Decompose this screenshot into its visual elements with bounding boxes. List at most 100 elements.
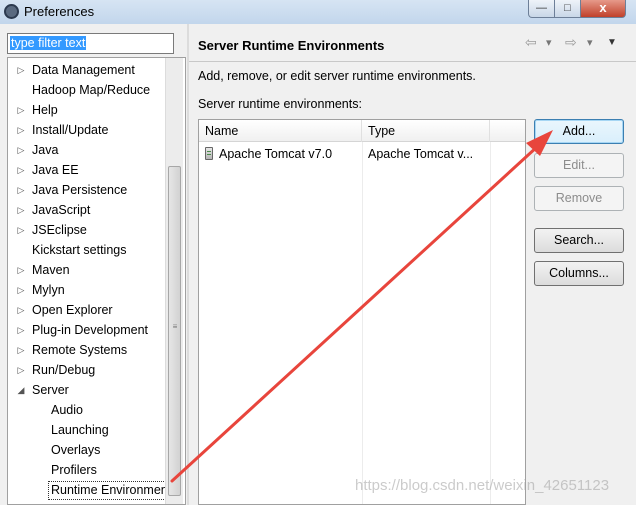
- back-arrow-icon[interactable]: ⇦: [525, 34, 537, 51]
- view-menu-icon[interactable]: ▼: [607, 37, 617, 48]
- column-header-filler: [490, 120, 525, 142]
- runtime-name-cell: Apache Tomcat v7.0: [205, 144, 332, 164]
- tree-item-label: Data Management: [32, 63, 135, 77]
- column-header-type[interactable]: Type: [362, 120, 490, 142]
- title-bar: Preferences — □ x: [0, 0, 636, 24]
- collapse-arrow-icon[interactable]: ◢: [16, 380, 26, 400]
- watermark: https://blog.csdn.net/weixin_42651123: [355, 477, 610, 494]
- tree-item-label: Run/Debug: [32, 363, 96, 377]
- expand-arrow-icon[interactable]: ▷: [16, 200, 26, 220]
- tree-item[interactable]: Kickstart settings: [8, 240, 168, 260]
- tree-item-label: Install/Update: [32, 123, 109, 137]
- tree-item-label: JSEclipse: [32, 223, 87, 237]
- tree-item-label: Launching: [51, 423, 109, 437]
- tree-item[interactable]: ▷ Java Persistence: [8, 180, 168, 200]
- tree-item[interactable]: ▷ Help: [8, 100, 168, 120]
- expand-arrow-icon[interactable]: ▷: [16, 360, 26, 380]
- grip-icon: ≡: [172, 322, 178, 331]
- column-divider: [362, 142, 363, 504]
- expand-arrow-icon[interactable]: ▷: [16, 60, 26, 80]
- tree-item-label: Maven: [32, 263, 70, 277]
- edit-button[interactable]: Edit...: [534, 153, 624, 178]
- page-title: Server Runtime Environments: [198, 38, 385, 53]
- window-title: Preferences: [24, 4, 95, 19]
- scrollbar-thumb[interactable]: ≡: [168, 166, 181, 496]
- tree-item-label: Java: [32, 143, 59, 157]
- tree-item-label: Audio: [51, 403, 83, 417]
- expand-arrow-icon[interactable]: ▷: [16, 340, 26, 360]
- expand-arrow-icon[interactable]: ▷: [16, 160, 26, 180]
- runtime-type-cell: Apache Tomcat v...: [368, 147, 474, 161]
- runtime-name: Apache Tomcat v7.0: [219, 147, 333, 161]
- tree-item[interactable]: ▷ Open Explorer: [8, 300, 168, 320]
- eclipse-icon: [4, 4, 19, 19]
- page-description: Add, remove, or edit server runtime envi…: [198, 69, 476, 83]
- columns-button[interactable]: Columns...: [534, 261, 624, 286]
- tree-item-label: Help: [32, 103, 58, 117]
- tree-item-label: Hadoop Map/Reduce: [32, 83, 151, 97]
- tree-item-label: Kickstart settings: [32, 243, 127, 257]
- tree-item[interactable]: ▷ Run/Debug: [8, 360, 168, 380]
- preference-page: Server Runtime Environments ⇦ ▾ ⇨ ▾ ▼ Ad…: [189, 24, 636, 505]
- runtime-table[interactable]: Name Type Apache Tomcat v7.0 Apache Tomc…: [198, 119, 526, 505]
- expand-arrow-icon[interactable]: ▷: [16, 120, 26, 140]
- page-header: Server Runtime Environments ⇦ ▾ ⇨ ▾ ▼: [189, 24, 636, 62]
- tree-item-label: Java Persistence: [32, 183, 128, 197]
- tree-item-label: Overlays: [51, 443, 101, 457]
- expand-arrow-icon[interactable]: ▷: [16, 180, 26, 200]
- expand-arrow-icon[interactable]: ▷: [16, 280, 26, 300]
- server-icon: [205, 147, 213, 160]
- tree-item[interactable]: ▷ Plug-in Development: [8, 320, 168, 340]
- tree-item[interactable]: ▷ Install/Update: [8, 120, 168, 140]
- remove-button[interactable]: Remove: [534, 186, 624, 211]
- tree-item[interactable]: Hadoop Map/Reduce: [8, 80, 168, 100]
- tree-item[interactable]: ▷ Maven: [8, 260, 168, 280]
- column-header-name[interactable]: Name: [199, 120, 362, 142]
- forward-dropdown-icon[interactable]: ▾: [587, 36, 593, 49]
- tree-item-label: Plug-in Development: [32, 323, 149, 337]
- tree-item[interactable]: Launching: [8, 420, 168, 440]
- maximize-button[interactable]: □: [554, 0, 581, 18]
- back-dropdown-icon[interactable]: ▾: [546, 36, 552, 49]
- filter-text: type filter text: [10, 36, 87, 50]
- search-button[interactable]: Search...: [534, 228, 624, 253]
- tree-item[interactable]: ◢ Server: [8, 380, 168, 400]
- tree-item[interactable]: ▷ Java EE: [8, 160, 168, 180]
- tree-item-label: Runtime Environments: [48, 481, 181, 500]
- tree-item[interactable]: Runtime Environments: [8, 480, 181, 500]
- runtime-list-label: Server runtime environments:: [198, 97, 362, 111]
- table-row[interactable]: Apache Tomcat v7.0 Apache Tomcat v...: [199, 144, 525, 164]
- expand-arrow-icon[interactable]: ▷: [16, 300, 26, 320]
- tree-item[interactable]: ▷ Data Management: [8, 60, 168, 80]
- tree-item[interactable]: ▷ Java: [8, 140, 168, 160]
- filter-input[interactable]: type filter text: [7, 33, 174, 54]
- add-button[interactable]: Add...: [534, 119, 624, 144]
- column-divider: [490, 142, 491, 504]
- expand-arrow-icon[interactable]: ▷: [16, 260, 26, 280]
- table-header: Name Type: [199, 120, 525, 142]
- preference-tree[interactable]: ▷ Data Management Hadoop Map/Reduce ▷ Help ▷ I…: [7, 57, 186, 505]
- tree-item[interactable]: Profilers: [8, 460, 168, 480]
- tree-item-label: Profilers: [51, 463, 97, 477]
- close-button[interactable]: x: [580, 0, 626, 18]
- tree-item-label: Mylyn: [32, 283, 65, 297]
- tree-item-label: Remote Systems: [32, 343, 128, 357]
- tree-item[interactable]: ▷ Remote Systems: [8, 340, 168, 360]
- tree-item[interactable]: Overlays: [8, 440, 168, 460]
- tree-item-label: Server: [32, 383, 69, 397]
- tree-item[interactable]: ▷ Mylyn: [8, 280, 168, 300]
- tree-item-label: Java EE: [32, 163, 79, 177]
- expand-arrow-icon[interactable]: ▷: [16, 100, 26, 120]
- tree-item[interactable]: ▷ JSEclipse: [8, 220, 168, 240]
- forward-arrow-icon[interactable]: ⇨: [565, 34, 577, 51]
- minimize-button[interactable]: —: [528, 0, 555, 18]
- expand-arrow-icon[interactable]: ▷: [16, 320, 26, 340]
- expand-arrow-icon[interactable]: ▷: [16, 140, 26, 160]
- tree-scrollbar[interactable]: ≡: [165, 58, 183, 504]
- tree-item[interactable]: ▷ JavaScript: [8, 200, 168, 220]
- tree-item-label: Open Explorer: [32, 303, 113, 317]
- dialog-body: type filter text ▷ Data Management Hadoop …: [0, 24, 636, 505]
- expand-arrow-icon[interactable]: ▷: [16, 220, 26, 240]
- tree-item-label: JavaScript: [32, 203, 91, 217]
- tree-item[interactable]: Audio: [8, 400, 168, 420]
